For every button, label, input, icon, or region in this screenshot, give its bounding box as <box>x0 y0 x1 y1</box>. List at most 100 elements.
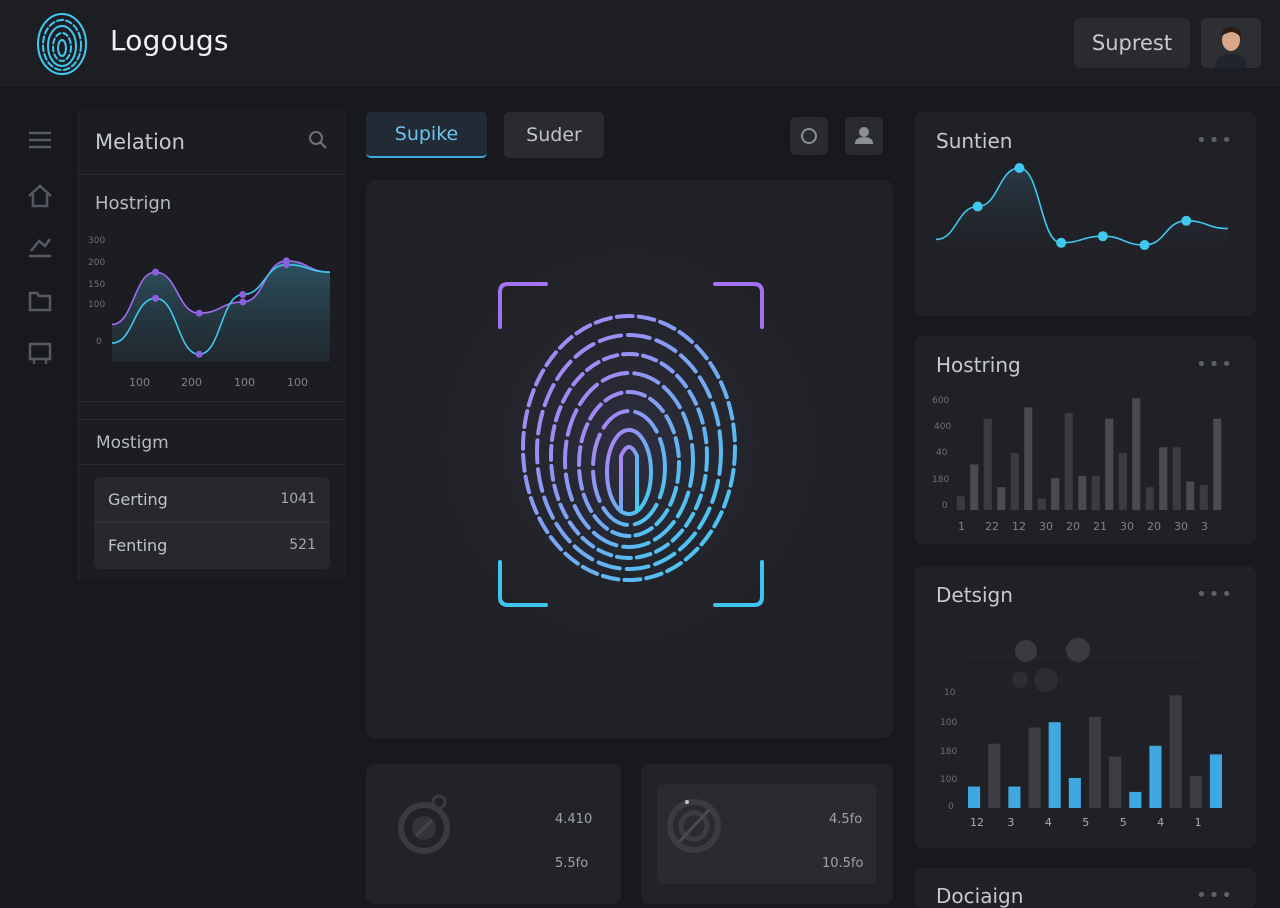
data-point <box>1139 240 1150 250</box>
menu-icon[interactable] <box>26 128 54 154</box>
brand-name: Logougs <box>110 24 229 57</box>
chart-title-hostrign: Hostrign <box>95 193 172 214</box>
bar <box>1172 447 1181 510</box>
bar <box>1078 475 1087 510</box>
fingerprint-logo-icon <box>37 13 87 75</box>
search-icon[interactable] <box>307 129 329 151</box>
design-bar-chart <box>968 695 1222 808</box>
y-tick: 10 <box>944 688 956 698</box>
x-tick: 30 <box>1039 520 1053 533</box>
divider <box>78 419 346 420</box>
profile-button[interactable] <box>845 117 883 155</box>
y-tick: 180 <box>940 747 958 757</box>
bar <box>1048 722 1061 808</box>
tab-suder[interactable]: Suder <box>504 112 604 158</box>
bar <box>1118 453 1127 510</box>
bar <box>1109 756 1122 808</box>
design-card: Detsign ••• 10 100 180 100 0 12 3 4 5 5 4 1 <box>914 566 1256 848</box>
record-button[interactable] <box>790 117 828 155</box>
tab-supike[interactable]: Supike <box>366 112 487 158</box>
bar <box>1010 453 1019 510</box>
bar <box>1008 786 1021 808</box>
card-title: Suntien <box>936 129 1013 153</box>
bar <box>1169 695 1182 808</box>
data-point <box>195 350 203 358</box>
x-tick: 3 <box>1007 816 1015 829</box>
bar <box>1149 745 1162 808</box>
bar <box>1145 487 1154 510</box>
bar <box>956 496 965 510</box>
bar <box>1028 727 1041 808</box>
data-point <box>239 298 247 306</box>
x-tick: 4 <box>1044 816 1052 829</box>
x-tick: 21 <box>1093 520 1107 533</box>
list-item[interactable]: Fenting 521 <box>94 523 330 569</box>
hostring-card: Hostring ••• 600 400 40 180 0 1 22 12 30 20 2… <box>914 336 1256 544</box>
divider <box>78 464 346 465</box>
panel-title: Melation <box>95 130 185 154</box>
divider <box>78 174 346 175</box>
more-icon[interactable]: ••• <box>1196 584 1234 605</box>
bar <box>968 786 981 808</box>
data-point <box>1014 163 1025 173</box>
tile-value: 4.5fo <box>829 812 863 827</box>
bar <box>970 464 979 510</box>
stat-label: Gerting <box>108 490 168 509</box>
x-tick: 30 <box>1174 520 1188 533</box>
stat-list: Gerting 1041 Fenting 521 <box>94 477 330 569</box>
analytics-icon[interactable] <box>26 234 54 260</box>
bottom-card: Dociaign ••• <box>914 868 1256 908</box>
bar <box>1159 447 1168 510</box>
more-icon[interactable]: ••• <box>1196 354 1234 375</box>
x-tick: 30 <box>1120 520 1134 533</box>
bar <box>997 487 1006 510</box>
x-tick: 22 <box>985 520 999 533</box>
data-point <box>1181 215 1192 226</box>
y-tick: 40 <box>936 448 948 458</box>
data-point <box>972 201 983 212</box>
bar <box>1132 398 1141 510</box>
x-tick: 5 <box>1119 816 1127 829</box>
y-tick: 150 <box>88 280 106 290</box>
x-tick: 20 <box>1066 520 1080 533</box>
data-point <box>239 291 247 299</box>
tile-value: 5.5fo <box>555 856 589 871</box>
y-tick: 400 <box>934 422 952 432</box>
data-point <box>195 309 203 317</box>
x-tick: 3 <box>1201 520 1208 533</box>
data-point <box>152 268 160 276</box>
stat-value: 1041 <box>280 491 316 507</box>
x-tick: 100 <box>129 376 150 389</box>
x-tick: 5 <box>1082 816 1090 829</box>
y-tick: 300 <box>88 236 106 246</box>
y-tick: 100 <box>940 775 958 785</box>
bar <box>1024 407 1033 510</box>
hostring-bar-chart <box>956 398 1222 510</box>
more-icon[interactable]: ••• <box>1196 130 1234 151</box>
x-axis-labels: 12 3 4 5 5 4 1 <box>964 816 1226 832</box>
circle-icon <box>801 128 817 144</box>
x-tick: 1 <box>958 520 965 533</box>
user-icon <box>855 127 873 144</box>
divider <box>78 401 346 402</box>
bar <box>1105 418 1114 510</box>
bar <box>1068 777 1081 808</box>
bar <box>1186 481 1195 510</box>
home-icon[interactable] <box>26 183 54 209</box>
x-tick: 200 <box>181 376 202 389</box>
stat-tile-left[interactable]: 4.410 5.5fo <box>366 764 621 904</box>
bar <box>1088 716 1102 808</box>
y-tick: 0 <box>948 802 954 812</box>
supreset-button[interactable]: Suprest <box>1074 18 1190 68</box>
device-icon[interactable] <box>26 340 54 366</box>
fingerprint-scanner[interactable] <box>366 180 893 738</box>
list-item[interactable]: Gerting 1041 <box>94 477 330 523</box>
x-tick: 12 <box>1012 520 1026 533</box>
user-avatar[interactable] <box>1201 18 1261 68</box>
x-tick: 1 <box>1194 816 1202 829</box>
folder-icon[interactable] <box>26 287 54 313</box>
stat-tile-right[interactable]: 4.5fo 10.5fo <box>641 764 893 904</box>
gauge-icon <box>398 794 450 854</box>
fingerprint-scan-icon <box>409 215 849 675</box>
y-tick: 100 <box>940 718 958 728</box>
